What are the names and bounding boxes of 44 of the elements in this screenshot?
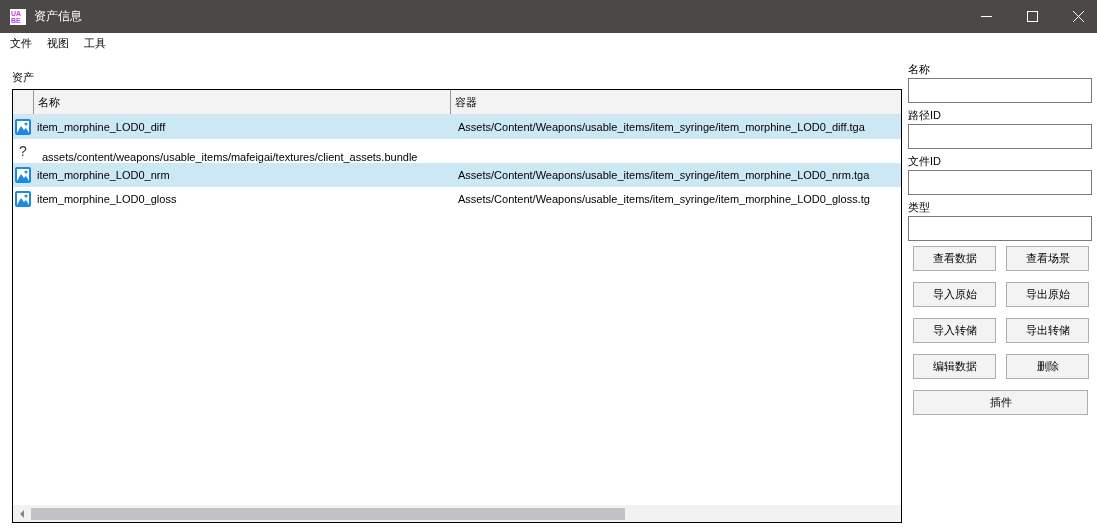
- table-cell: item_morphine_LOD0_diff: [37, 121, 166, 133]
- plugin-button[interactable]: 插件: [913, 390, 1088, 415]
- input-field[interactable]: [908, 78, 1092, 103]
- action-button[interactable]: 删除: [1006, 354, 1089, 379]
- scrollbar-thumb[interactable]: [31, 507, 625, 520]
- image-icon: [15, 167, 31, 183]
- input-field[interactable]: [908, 124, 1092, 149]
- table-row[interactable]: item_morphine_LOD0_gloss Assets/Content/Weapons/usable_items/item_syringe/item_morphine_LOD0_gloss.tg: [13, 187, 901, 211]
- field-label: 路径ID: [908, 108, 942, 123]
- input-field[interactable]: [908, 170, 1092, 195]
- close-icon[interactable]: [1073, 11, 1084, 22]
- action-button[interactable]: 查看场景: [1006, 246, 1089, 271]
- field-label: 文件ID: [908, 154, 942, 169]
- table-cell: assets/content/weapons/usable_items/mafeigai/textures/client_assets.bundle: [42, 150, 418, 163]
- column-header[interactable]: 名称: [34, 90, 451, 114]
- input-field[interactable]: [908, 216, 1092, 241]
- image-icon: [15, 119, 31, 135]
- image-icon: [15, 191, 31, 207]
- action-button[interactable]: 查看数据: [913, 246, 996, 271]
- menu-item[interactable]: 视图: [47, 36, 69, 54]
- table-cell: item_morphine_LOD0_gloss: [37, 193, 177, 205]
- table-row[interactable]: item_morphine_LOD0_diff Assets/Content/Weapons/usable_items/item_syringe/item_morphine_LOD0_diff.tga: [13, 115, 901, 139]
- field-label: 类型: [908, 200, 931, 215]
- table-cell: Assets/Content/Weapons/usable_items/item_syringe/item_morphine_LOD0_diff.tga: [458, 121, 865, 133]
- maximize-icon[interactable]: [1027, 11, 1038, 22]
- table-cell: Assets/Content/Weapons/usable_items/item_syringe/item_morphine_LOD0_nrm.tga: [458, 169, 870, 181]
- menu-item[interactable]: 工具: [84, 36, 106, 54]
- action-button[interactable]: 导出原始: [1006, 282, 1089, 307]
- field-label: 名称: [908, 62, 931, 77]
- question-mark-icon: ?: [19, 143, 27, 159]
- horizontal-scrollbar[interactable]: [13, 505, 901, 522]
- table-row[interactable]: item_morphine_LOD0_nrm Assets/Content/Weapons/usable_items/item_syringe/item_morphine_LOD0_nrm.tga: [13, 163, 901, 187]
- column-header[interactable]: 容器: [451, 90, 901, 114]
- window-title: 资产信息: [34, 8, 83, 25]
- action-button[interactable]: 导出转储: [1006, 318, 1089, 343]
- table-cell: Assets/Content/Weapons/usable_items/item_syringe/item_morphine_LOD0_gloss.tg: [458, 193, 870, 205]
- section-label: 资产: [12, 70, 35, 85]
- action-button[interactable]: 导入转储: [913, 318, 996, 343]
- table-cell: item_morphine_LOD0_nrm: [37, 169, 170, 181]
- scroll-left-icon[interactable]: [19, 509, 25, 518]
- table-row[interactable]: ? assets/content/weapons/usable_items/mafeigai/textures/client_assets.bundle: [13, 139, 901, 163]
- menu-item[interactable]: 文件: [10, 36, 32, 54]
- action-button[interactable]: 导入原始: [913, 282, 996, 307]
- action-button[interactable]: 编辑数据: [913, 354, 996, 379]
